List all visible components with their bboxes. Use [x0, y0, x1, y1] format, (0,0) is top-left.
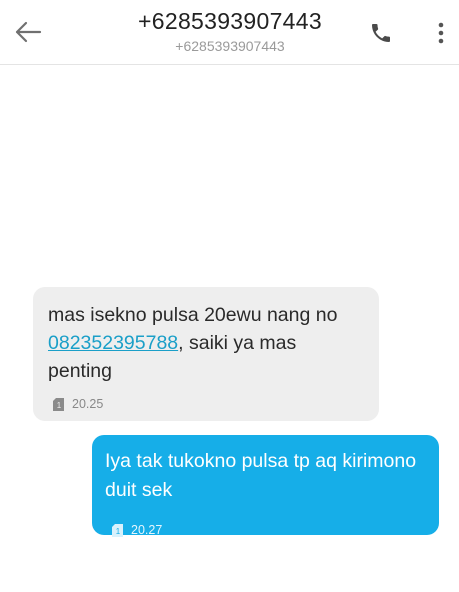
incoming-message-bubble[interactable]: mas isekno pulsa 20ewu nang no 082352395… — [33, 287, 379, 421]
message-meta: 1 20.27 — [112, 523, 162, 537]
sim-card-icon: 1 — [112, 523, 123, 537]
message-time: 20.25 — [72, 397, 104, 411]
phone-number-link[interactable]: 082352395788 — [48, 332, 178, 354]
back-button[interactable] — [10, 14, 46, 50]
sim-card-icon: 1 — [53, 397, 64, 411]
sim-number: 1 — [57, 401, 62, 410]
contact-title: +6285393907443 — [138, 8, 322, 34]
message-meta: 1 20.25 — [53, 397, 103, 411]
sim-number: 1 — [116, 527, 121, 536]
call-button[interactable] — [364, 16, 398, 50]
more-vertical-icon — [438, 22, 444, 44]
conversation-header: +6285393907443 +6285393907443 — [0, 0, 459, 65]
contact-info[interactable]: +6285393907443 +6285393907443 — [110, 6, 350, 55]
message-text: mas isekno pulsa 20ewu nang no 082352395… — [48, 301, 365, 385]
outgoing-message-bubble[interactable]: Iya tak tukokno pulsa tp aq kirimono dui… — [92, 435, 439, 537]
more-options-button[interactable] — [430, 16, 452, 50]
phone-icon — [372, 24, 390, 42]
contact-number: +6285393907443 — [175, 38, 285, 54]
message-text-part: mas isekno pulsa 20ewu nang no — [48, 304, 338, 326]
arrow-left-icon — [15, 21, 42, 43]
message-text: Iya tak tukokno pulsa tp aq kirimono dui… — [105, 450, 417, 501]
message-time: 20.27 — [131, 523, 163, 537]
